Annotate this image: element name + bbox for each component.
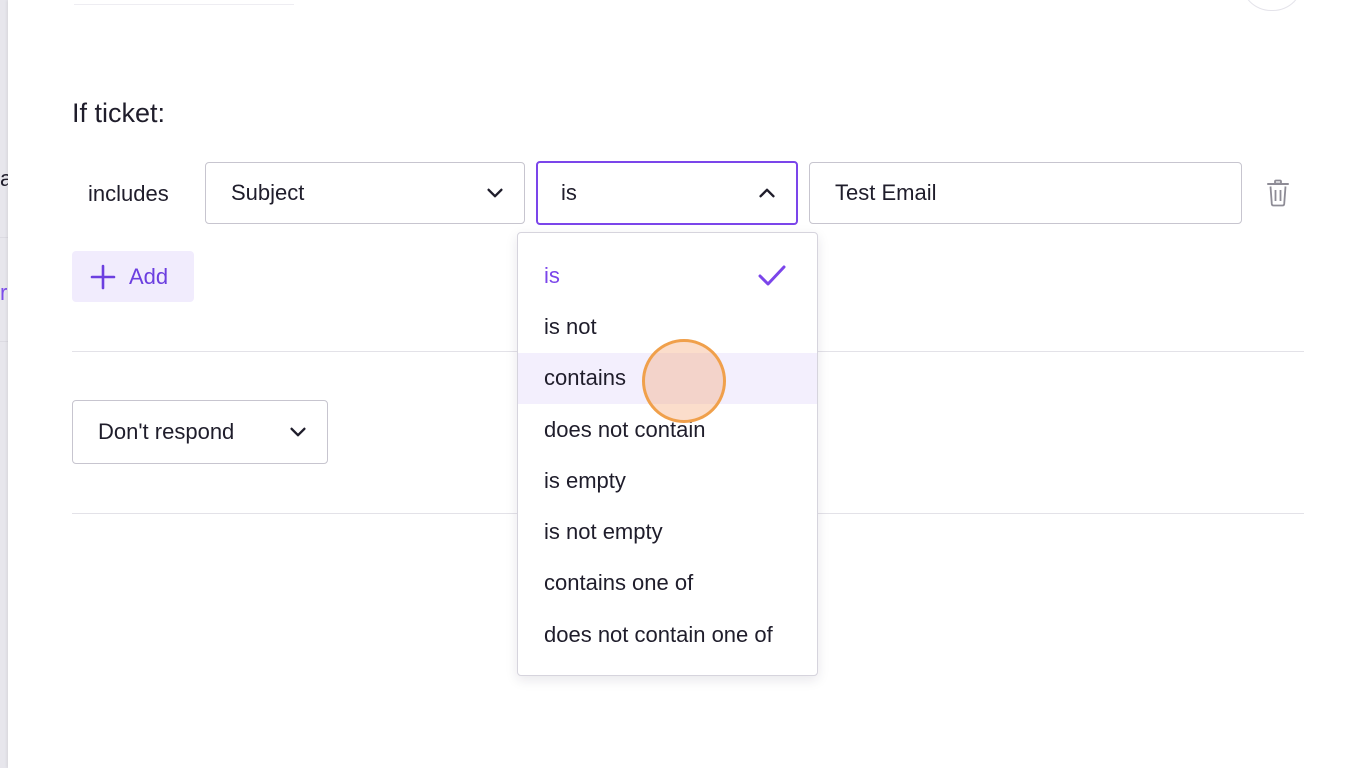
rule-heading: If ticket: <box>72 98 166 128</box>
action-select-value: Don't respond <box>98 419 235 444</box>
operator-dropdown-menu: is is not contains does not contain is e… <box>517 232 818 676</box>
check-icon <box>758 265 786 286</box>
action-select[interactable]: Don't respond <box>72 400 328 464</box>
operator-option-is-not[interactable]: is not <box>518 301 817 352</box>
panel-header-remnant <box>74 0 294 5</box>
operator-option-is-not-empty[interactable]: is not empty <box>518 506 817 557</box>
operator-select-value: is <box>561 180 577 205</box>
add-condition-button[interactable]: Add <box>72 251 194 302</box>
option-label: does not contain <box>544 416 706 442</box>
background-divider <box>0 341 8 342</box>
option-label: is empty <box>544 467 626 493</box>
trash-icon[interactable] <box>1266 179 1290 207</box>
background-divider <box>0 237 8 238</box>
option-label: contains one of <box>544 570 694 596</box>
add-button-label: Add <box>129 263 169 289</box>
option-label: is not <box>544 313 597 339</box>
operator-option-is-empty[interactable]: is empty <box>518 455 817 506</box>
option-label: is not empty <box>544 519 663 545</box>
value-input[interactable] <box>809 162 1242 224</box>
operator-option-is[interactable]: is <box>518 250 817 301</box>
option-label: contains <box>544 365 626 391</box>
plus-icon <box>90 264 116 289</box>
condition-label: includes <box>88 181 169 206</box>
operator-option-does-not-contain[interactable]: does not contain <box>518 404 817 455</box>
field-select[interactable]: Subject <box>205 162 525 224</box>
field-select-value: Subject <box>231 180 305 205</box>
operator-option-contains[interactable]: contains <box>518 352 817 404</box>
background-page-edge <box>0 0 8 768</box>
background-link-fragment: r <box>0 280 8 305</box>
operator-option-does-not-contain-one-of[interactable]: does not contain one of <box>518 609 817 660</box>
chevron-up-icon <box>759 188 775 198</box>
operator-option-contains-one-of[interactable]: contains one of <box>518 558 817 609</box>
option-label: does not contain one of <box>544 621 773 647</box>
operator-select[interactable]: is <box>536 161 798 225</box>
chevron-down-icon <box>290 427 306 437</box>
option-label: is <box>544 262 560 288</box>
chevron-down-icon <box>487 188 503 198</box>
